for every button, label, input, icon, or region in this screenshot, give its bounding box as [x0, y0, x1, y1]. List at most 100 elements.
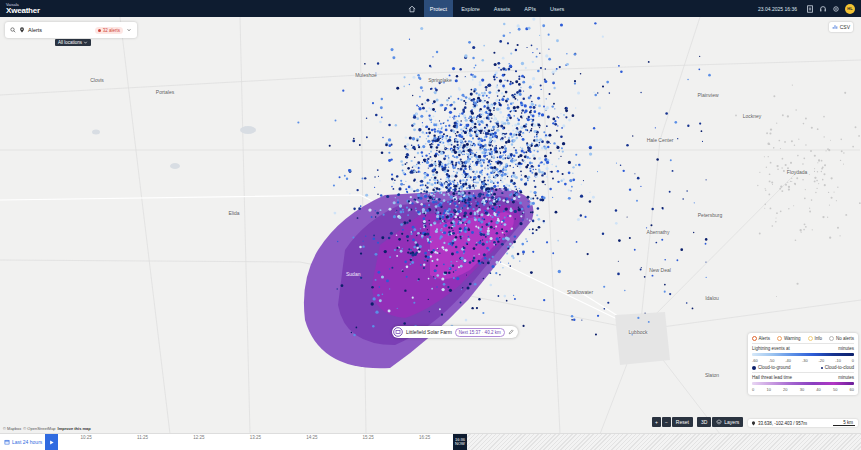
lightning-strike [380, 209, 382, 211]
lightning-strike [442, 220, 444, 222]
lightning-strike [499, 155, 502, 158]
lightning-strike [536, 134, 538, 136]
header-tools: 23.04.2025 16:36 HL [758, 4, 855, 14]
lightning-strike [483, 105, 484, 106]
headset-icon[interactable] [819, 5, 827, 13]
lightning-strike [411, 202, 413, 204]
logo[interactable]: Vaisala Xweather [6, 3, 40, 15]
lightning-strike [483, 190, 485, 192]
nav-item[interactable]: Users [544, 0, 570, 17]
lightning-strike [532, 61, 534, 63]
lightning-strike [486, 95, 488, 97]
lightning-strike [488, 222, 490, 224]
home-icon[interactable] [408, 5, 416, 13]
lightning-strike [413, 180, 415, 182]
lightning-strike [504, 234, 505, 235]
settings-icon[interactable] [832, 5, 840, 13]
lightning-strike [452, 179, 453, 180]
lightning-strike [399, 211, 402, 214]
lightning-strike [477, 120, 480, 123]
lightning-strike [503, 295, 506, 298]
lightning-strike [512, 172, 514, 174]
lightning-strike [416, 113, 417, 114]
nav-item[interactable]: Protect [424, 0, 453, 17]
lightning-strike [532, 119, 534, 121]
lightning-strike [512, 257, 514, 259]
lightning-strike [542, 24, 545, 27]
lightning-strike [460, 183, 461, 184]
lightning-strike [396, 176, 398, 178]
nav-item[interactable]: Assets [488, 0, 517, 17]
lightning-strike [487, 179, 489, 181]
lightning-strike [452, 232, 455, 235]
lightning-strike [470, 127, 471, 128]
lightning-strike [460, 168, 463, 171]
lightning-strike [489, 153, 491, 155]
lightning-strike [446, 214, 447, 215]
lightning-strike [471, 231, 474, 234]
lightning-strike [485, 211, 488, 214]
lightning-strike [518, 133, 521, 136]
lightning-strike [499, 40, 502, 43]
lightning-strike [500, 180, 501, 181]
lightning-strike [511, 228, 513, 230]
lightning-strike [443, 122, 445, 124]
lightning-strike [467, 207, 469, 209]
lightning-strike [479, 81, 481, 83]
lightning-strike [460, 257, 463, 260]
lightning-strike [454, 197, 457, 200]
map[interactable]: ClovisPortalesElidaMuleshoeSpringlakePla… [0, 17, 861, 433]
lightning-strike [521, 62, 524, 65]
lightning-strike [514, 235, 516, 237]
lightning-strike [416, 117, 419, 120]
user-avatar[interactable]: HL [845, 4, 855, 14]
lightning-strike [427, 200, 429, 202]
lightning-strike [494, 137, 495, 138]
lightning-strike [532, 198, 534, 200]
lightning-strike [462, 164, 464, 166]
lightning-strike [462, 183, 465, 186]
lightning-strike [474, 173, 476, 175]
lightning-strike [528, 27, 531, 30]
lightning-strike [518, 83, 521, 86]
lightning-strike [525, 110, 528, 113]
document-icon[interactable] [806, 5, 814, 13]
lightning-strike [492, 133, 494, 135]
lightning-strike [523, 211, 525, 213]
lightning-strike [521, 117, 522, 118]
lightning-strike [432, 249, 434, 251]
lightning-strike [381, 236, 384, 239]
lightning-strike [552, 178, 554, 180]
nav-item[interactable]: APIs [518, 0, 542, 17]
lightning-strike [492, 204, 493, 205]
lightning-strike [482, 239, 483, 240]
lightning-strike [598, 106, 601, 109]
lightning-strike [449, 127, 451, 129]
lightning-strike [458, 150, 461, 153]
lightning-strike [491, 169, 493, 171]
lightning-strike [483, 148, 486, 151]
lightning-strike [474, 283, 477, 286]
nav-item[interactable]: Explore [455, 0, 486, 17]
lightning-strike [477, 242, 478, 243]
lightning-strike [452, 67, 455, 70]
lightning-strike [418, 144, 420, 146]
lightning-strike [420, 180, 423, 183]
lightning-strike [474, 181, 476, 183]
lightning-strike [413, 76, 416, 79]
lightning-strike [510, 53, 512, 55]
lightning-strike [455, 175, 458, 178]
lightning-strike [453, 115, 455, 117]
lightning-strike [297, 121, 299, 123]
lightning-strike [529, 162, 532, 165]
lightning-strike [463, 150, 465, 152]
lightning-strike [529, 219, 531, 221]
lightning-strike [451, 175, 454, 178]
lightning-strike [487, 190, 490, 193]
lightning-strike [519, 131, 522, 134]
lightning-strike [441, 314, 443, 316]
lightning-strike [456, 131, 458, 133]
lightning-strike [449, 234, 451, 236]
lightning-strike [432, 141, 434, 143]
lightning-strike [529, 106, 532, 109]
